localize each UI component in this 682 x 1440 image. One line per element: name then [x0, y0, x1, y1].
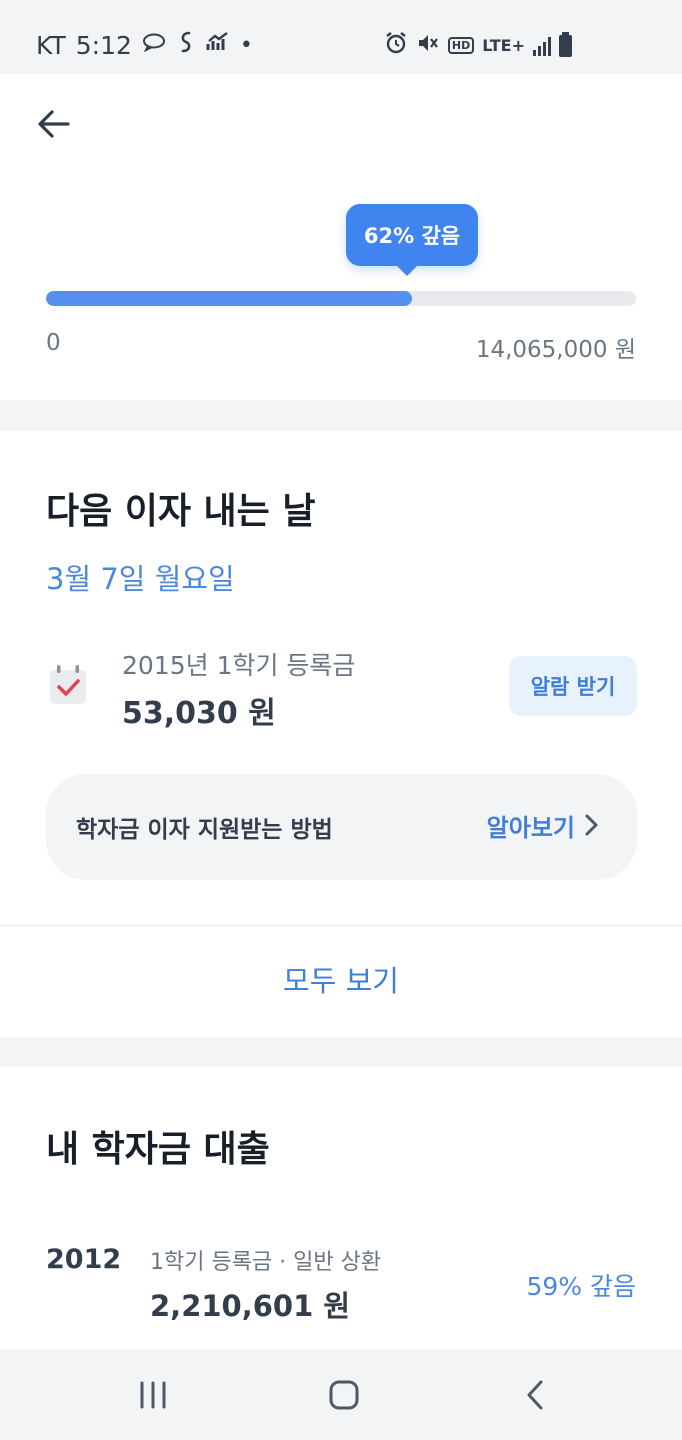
next-interest-title: 다음 이자 내는 날: [46, 491, 316, 532]
home-icon: [329, 1380, 359, 1409]
status-right: HD LTE+: [384, 31, 572, 60]
chevron-left-icon: [527, 1380, 543, 1409]
support-banner-text: 학자금 이자 지원받는 방법: [76, 817, 333, 843]
status-bar: KT 5:12 • HD LTE+: [0, 0, 682, 74]
recent-apps-button[interactable]: [93, 1349, 213, 1440]
chart-up-icon: [206, 32, 230, 58]
progress-fill: [46, 291, 412, 306]
alarm-clock-icon: [384, 31, 408, 60]
navigation-bar: [0, 1349, 682, 1440]
support-learn-more-link[interactable]: 알아보기: [487, 808, 575, 843]
home-button[interactable]: [284, 1349, 404, 1440]
section-gap: [0, 400, 682, 431]
arrow-left-icon: [38, 110, 70, 138]
time-label: 5:12: [75, 30, 132, 60]
calendar-check-icon: [48, 664, 88, 706]
payment-item-amount: 53,030 원: [122, 696, 276, 731]
nav-back-button[interactable]: [475, 1349, 595, 1440]
signal-icon: [533, 36, 551, 56]
hd-badge: HD: [447, 37, 475, 54]
divider: [0, 925, 682, 926]
link-icon: [176, 30, 196, 60]
recent-apps-icon: [140, 1381, 166, 1408]
back-button[interactable]: [34, 104, 74, 144]
progress-tooltip: 62% 갚음: [346, 204, 478, 276]
loan-description: 1학기 등록금 · 일반 상환: [150, 1250, 382, 1275]
alarm-button[interactable]: 알람 받기: [509, 656, 637, 716]
payment-item-label: 2015년 1학기 등록금: [122, 651, 356, 680]
progress-max-label: 14,065,000 원: [475, 337, 636, 363]
next-interest-date: 3월 7일 월요일: [46, 562, 235, 596]
section-gap: [0, 1037, 682, 1067]
dot-icon: •: [239, 32, 253, 58]
loan-amount: 2,210,601 원: [150, 1289, 351, 1323]
loan-year: 2012: [46, 1244, 122, 1275]
battery-icon: [559, 31, 572, 57]
network-label: LTE+: [482, 36, 525, 55]
loans-title: 내 학자금 대출: [46, 1129, 270, 1170]
mute-icon: [416, 32, 440, 59]
chevron-right-icon: [585, 814, 598, 836]
chat-bubble-icon: [142, 32, 166, 58]
support-banner[interactable]: 학자금 이자 지원받는 방법 알아보기: [46, 774, 637, 880]
status-left: KT 5:12 •: [36, 30, 253, 60]
view-all-button[interactable]: 모두 보기: [0, 958, 682, 1000]
loan-repaid-percent: 59% 갚음: [526, 1272, 636, 1301]
carrier-label: KT: [36, 30, 66, 60]
progress-track: [46, 291, 636, 306]
progress-min-label: 0: [46, 330, 61, 356]
